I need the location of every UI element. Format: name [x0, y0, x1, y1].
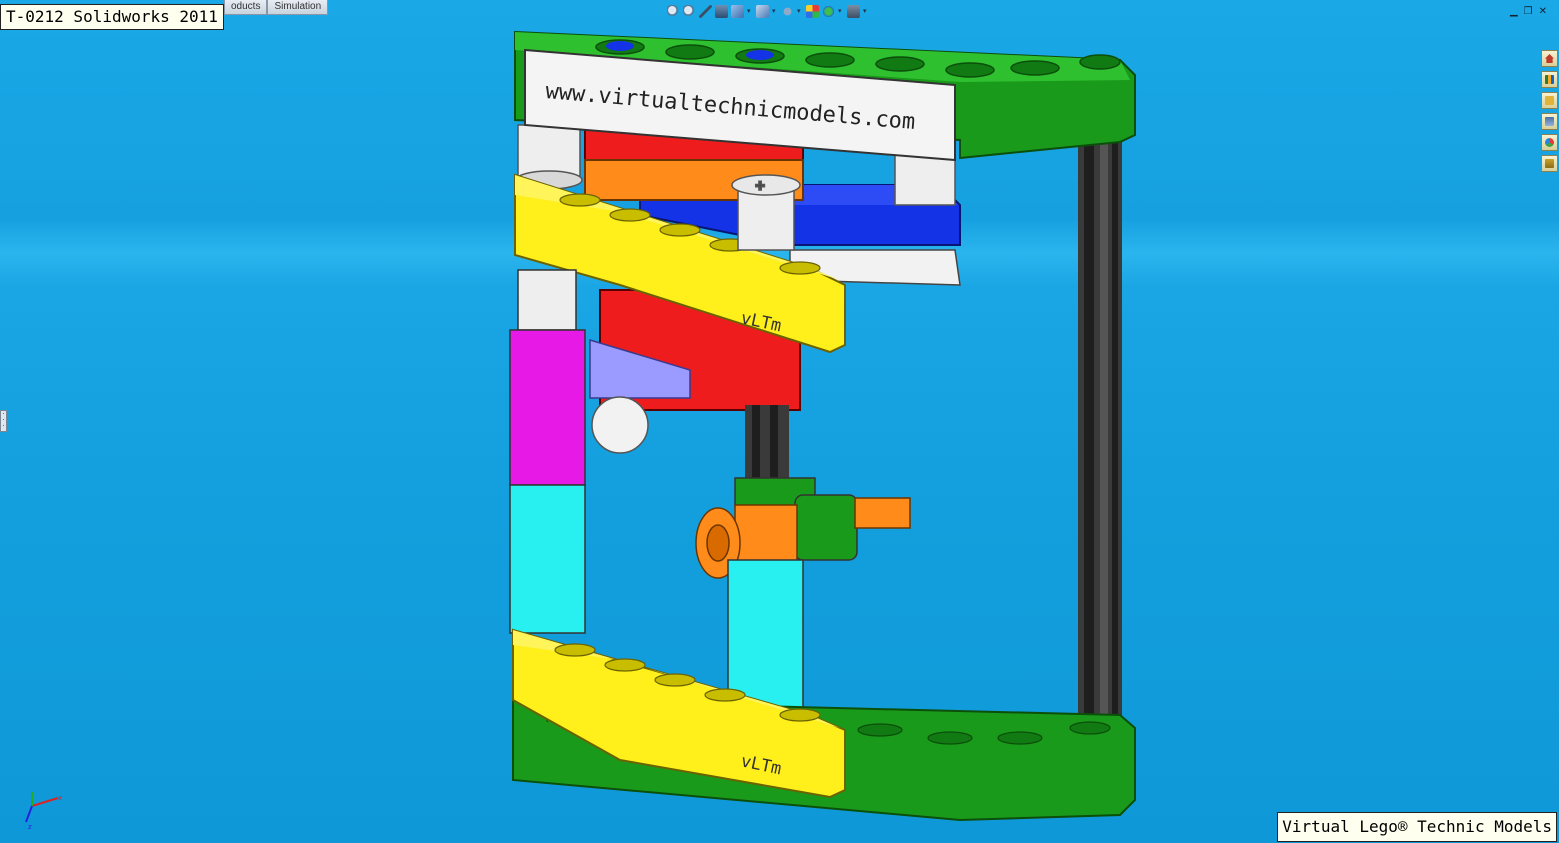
command-manager-tabs: oducts Simulation: [224, 0, 329, 15]
view-orientation-icon[interactable]: [731, 5, 744, 18]
reference-triad-icon: x z: [25, 792, 62, 830]
restore-icon[interactable]: ❐: [1524, 6, 1533, 17]
view-palette-icon[interactable]: [1541, 113, 1558, 130]
lower-cyan-column: [727, 559, 804, 709]
ball-joint: [591, 396, 649, 454]
svg-text:x: x: [58, 794, 62, 802]
svg-text:z: z: [28, 823, 32, 830]
svg-text:✚: ✚: [755, 179, 765, 193]
chevron-down-icon[interactable]: ▾: [838, 5, 844, 18]
chevron-down-icon[interactable]: ▾: [797, 5, 803, 18]
white-cross-pin: ✚: [731, 174, 801, 251]
file-explorer-icon[interactable]: [1541, 92, 1558, 109]
display-style-icon[interactable]: [756, 5, 769, 18]
chevron-down-icon[interactable]: ▾: [747, 5, 753, 18]
window-controls: ▁ ❐ ✕: [1510, 6, 1547, 17]
document-title: T-0212 Solidworks 2011: [0, 4, 224, 30]
right-axle: [1078, 140, 1122, 730]
hide-show-icon[interactable]: [781, 5, 794, 18]
previous-view-icon[interactable]: [699, 5, 712, 18]
view-settings-icon[interactable]: [847, 5, 860, 18]
custom-properties-icon[interactable]: [1541, 155, 1558, 172]
zoom-to-fit-icon[interactable]: [667, 5, 680, 18]
left-column: [509, 269, 586, 634]
section-view-icon[interactable]: [715, 5, 728, 18]
home-icon[interactable]: [1541, 50, 1558, 67]
heads-up-view-toolbar: ▾ ▾ ▾ ▾ ▾: [667, 5, 869, 18]
watermark-label: Virtual Lego® Technic Models: [1277, 812, 1557, 842]
chevron-down-icon[interactable]: ▾: [772, 5, 778, 18]
minimize-icon[interactable]: ▁: [1510, 6, 1518, 17]
apply-scene-icon[interactable]: [822, 5, 835, 18]
chevron-down-icon[interactable]: ▾: [863, 5, 869, 18]
task-pane: [1541, 50, 1558, 172]
appearances-icon[interactable]: [1541, 134, 1558, 151]
close-icon[interactable]: ✕: [1539, 6, 1547, 17]
edit-appearance-icon[interactable]: [806, 5, 819, 18]
tab-simulation[interactable]: Simulation: [267, 0, 329, 15]
feature-manager-flyout-handle[interactable]: · · ·: [0, 410, 7, 432]
design-library-icon[interactable]: [1541, 71, 1558, 88]
zoom-area-icon[interactable]: [683, 5, 696, 18]
lego-technic-model[interactable]: www.virtualtechnicmodels.com vLTm ✚ vLTm: [0, 0, 1559, 843]
tab-products[interactable]: oducts: [224, 0, 268, 15]
